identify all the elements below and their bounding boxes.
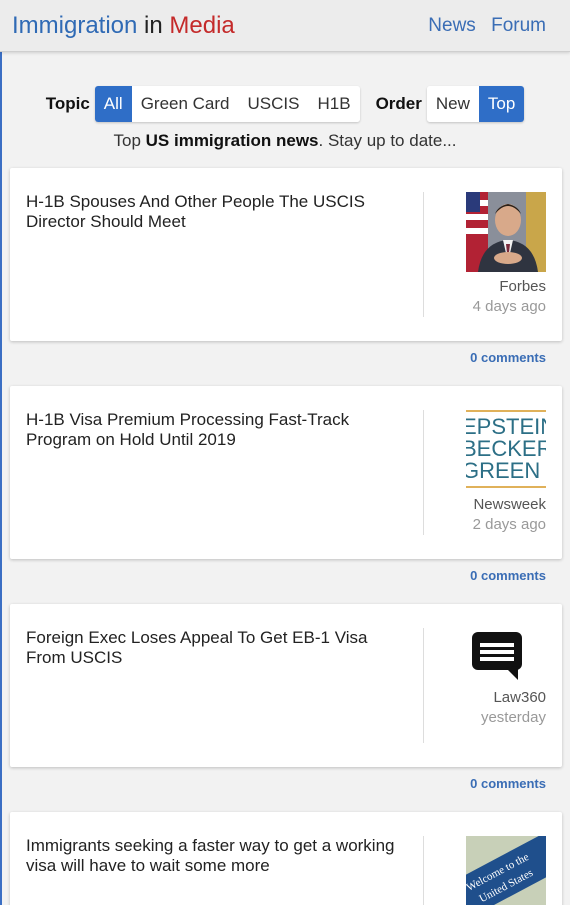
article-title[interactable]: Foreign Exec Loses Appeal To Get EB-1 Vi… <box>26 628 396 668</box>
card-divider <box>423 192 424 317</box>
brand-logo[interactable]: Immigration in Media <box>12 12 235 40</box>
article-title[interactable]: H-1B Spouses And Other People The USCIS … <box>26 192 396 232</box>
topic-selector: All Green Card USCIS H1B <box>94 86 360 122</box>
card-divider <box>423 628 424 743</box>
article-thumbnail[interactable]: Welcome to the United States <box>466 836 546 905</box>
article-thumbnail[interactable] <box>466 628 546 688</box>
article-age: 2 days ago <box>472 516 546 533</box>
order-selector: New Top <box>426 86 525 122</box>
article-age: yesterday <box>480 709 546 726</box>
topic-all[interactable]: All <box>94 86 132 122</box>
topic-green-card[interactable]: Green Card <box>131 86 239 122</box>
article-source: Forbes <box>499 278 546 295</box>
brand-word-in: in <box>144 12 163 39</box>
filter-bar: Topic All Green Card USCIS H1B Order New… <box>0 85 570 123</box>
card-divider <box>423 836 424 905</box>
welcome-sign-icon: Welcome to the United States <box>466 836 546 905</box>
article-card[interactable]: H-1B Spouses And Other People The USCIS … <box>10 168 562 341</box>
top-nav: News Forum <box>418 15 546 37</box>
article-thumbnail[interactable]: EPSTEIN BECKER GREEN <box>466 410 546 490</box>
article-card[interactable]: Immigrants seeking a faster way to get a… <box>10 812 562 905</box>
comments-link[interactable]: 0 comments <box>470 776 546 791</box>
article-title[interactable]: H-1B Visa Premium Processing Fast-Track … <box>26 410 396 450</box>
article-title[interactable]: Immigrants seeking a faster way to get a… <box>26 836 396 876</box>
order-top[interactable]: Top <box>478 86 525 122</box>
article-source: Newsweek <box>473 496 546 513</box>
article-card[interactable]: Foreign Exec Loses Appeal To Get EB-1 Vi… <box>10 604 562 767</box>
article-source: Law360 <box>493 689 546 706</box>
tagline-suffix: . Stay up to date... <box>318 131 457 150</box>
order-new[interactable]: New <box>426 86 479 122</box>
brand-word-media: Media <box>169 12 235 39</box>
article-age: 4 days ago <box>472 298 546 315</box>
tagline: Top US immigration news. Stay up to date… <box>0 131 570 151</box>
topic-label: Topic <box>45 94 90 113</box>
person-photo-icon <box>466 192 546 272</box>
tagline-prefix: Top <box>113 131 146 150</box>
comments-link[interactable]: 0 comments <box>470 568 546 583</box>
nav-news[interactable]: News <box>428 15 476 36</box>
card-divider <box>423 410 424 535</box>
nav-forum[interactable]: Forum <box>491 15 546 36</box>
article-thumbnail[interactable] <box>466 192 546 272</box>
app-header: Immigration in Media News Forum <box>0 0 570 52</box>
law-firm-logo-icon: EPSTEIN BECKER GREEN <box>466 410 546 490</box>
order-label: Order <box>375 94 422 113</box>
comments-link[interactable]: 0 comments <box>470 350 546 365</box>
chat-bubble-icon <box>472 632 522 680</box>
logo-line-3: GREEN <box>466 458 540 483</box>
tagline-bold: US immigration news <box>145 131 319 150</box>
topic-h1b[interactable]: H1B <box>308 86 360 122</box>
brand-word-immigration: Immigration <box>12 12 138 39</box>
topic-uscis[interactable]: USCIS <box>238 86 309 122</box>
article-card[interactable]: H-1B Visa Premium Processing Fast-Track … <box>10 386 562 559</box>
